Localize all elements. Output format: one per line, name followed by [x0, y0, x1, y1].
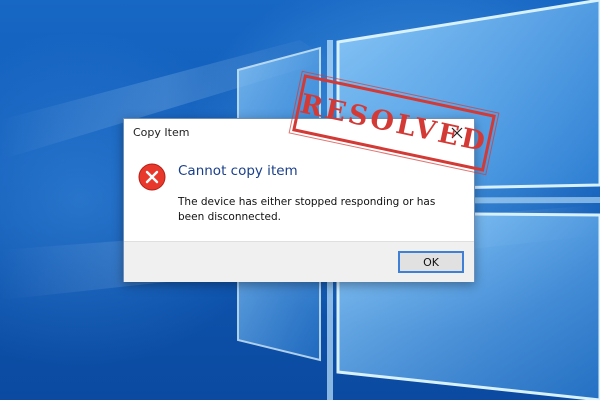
dialog-message: The device has either stopped responding… — [178, 196, 436, 223]
close-icon — [451, 127, 463, 138]
ok-button[interactable]: OK — [398, 251, 464, 273]
dialog-heading: Cannot copy item — [178, 163, 298, 179]
copy-item-dialog: Copy Item Cannot copy item The device ha… — [123, 118, 475, 282]
dialog-footer: OK — [124, 241, 474, 282]
dialog-titlebar[interactable]: Copy Item — [124, 119, 474, 147]
dialog-content: Cannot copy item The device has either s… — [124, 147, 474, 241]
dialog-title: Copy Item — [133, 126, 190, 139]
error-icon — [138, 163, 166, 191]
close-button[interactable] — [440, 119, 474, 146]
